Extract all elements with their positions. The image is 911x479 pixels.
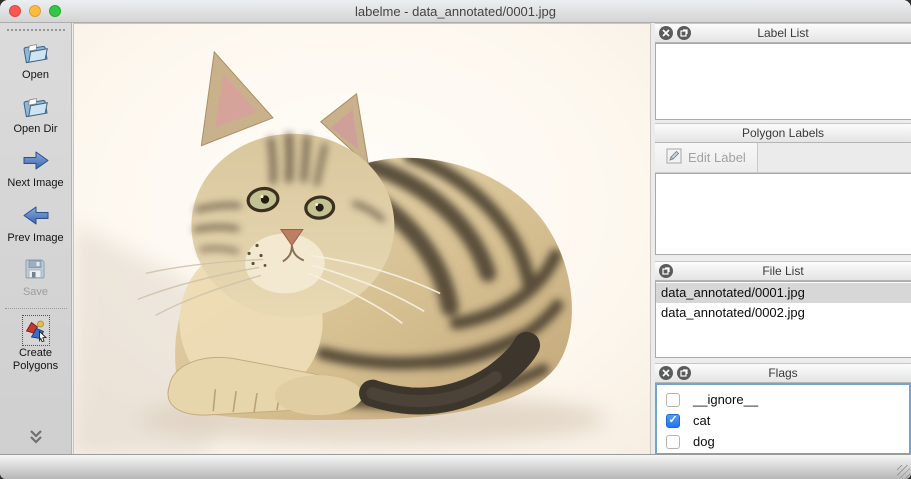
float-icon[interactable] bbox=[659, 264, 673, 278]
open-folder-icon bbox=[22, 39, 49, 66]
close-window-button[interactable] bbox=[9, 5, 21, 17]
polygon-labels-toolbar: Edit Label bbox=[655, 143, 911, 173]
toolbar-overflow-button[interactable] bbox=[25, 423, 47, 450]
close-icon[interactable] bbox=[659, 26, 673, 40]
file-list-item[interactable]: data_annotated/0002.jpg bbox=[656, 303, 911, 323]
panel-title: Flags bbox=[768, 366, 798, 380]
panel-title: File List bbox=[762, 264, 804, 278]
panel-polygon-labels-header[interactable]: Polygon Labels bbox=[655, 123, 911, 143]
toolbar-button-prev-image[interactable]: Prev Image bbox=[7, 202, 64, 245]
file-list-item[interactable]: data_annotated/0001.jpg bbox=[656, 283, 911, 303]
flag-label: cat bbox=[693, 413, 711, 428]
flag-item-dog[interactable]: dog bbox=[657, 431, 909, 452]
toolbar-button-label: Create Polygons bbox=[12, 346, 59, 373]
toolbar-button-label: Open Dir bbox=[13, 123, 58, 136]
create-polygons-icon bbox=[21, 314, 50, 346]
floppy-disk-icon bbox=[23, 256, 47, 283]
minimize-window-button[interactable] bbox=[29, 5, 41, 17]
window-title: labelme - data_annotated/0001.jpg bbox=[355, 3, 556, 19]
panel-flags: Flags __ignore__ cat bbox=[655, 363, 911, 455]
dock-panels: Label List Polygon Labels Edit Label Fil… bbox=[655, 23, 911, 455]
toolbar-separator bbox=[4, 307, 67, 309]
panel-title: Label List bbox=[757, 26, 809, 40]
panel-file-list: File List data_annotated/0001.jpg data_a… bbox=[655, 261, 911, 358]
float-icon[interactable] bbox=[677, 366, 691, 380]
checkbox[interactable] bbox=[666, 392, 680, 407]
image-canvas[interactable] bbox=[73, 23, 651, 455]
flag-label: __ignore__ bbox=[693, 392, 759, 407]
edit-label-button[interactable]: Edit Label bbox=[655, 143, 758, 172]
flag-item-cat[interactable]: cat bbox=[657, 410, 909, 431]
zoom-window-button[interactable] bbox=[49, 5, 61, 17]
toolbar-button-open-dir[interactable]: Open Dir bbox=[13, 93, 58, 136]
traffic-lights bbox=[9, 5, 61, 17]
close-icon[interactable] bbox=[659, 366, 673, 380]
open-dir-folder-icon bbox=[22, 93, 49, 120]
status-bar bbox=[0, 454, 911, 479]
resize-grip-icon[interactable] bbox=[897, 465, 910, 478]
checkbox[interactable] bbox=[666, 434, 680, 449]
panel-flags-header[interactable]: Flags bbox=[655, 363, 911, 383]
arrow-right-icon bbox=[21, 147, 51, 174]
file-list[interactable]: data_annotated/0001.jpg data_annotated/0… bbox=[655, 281, 911, 358]
toolbar: Open Open Dir Next Image Prev Image Save… bbox=[0, 23, 72, 455]
titlebar[interactable]: labelme - data_annotated/0001.jpg bbox=[0, 0, 911, 23]
label-list[interactable] bbox=[655, 43, 911, 120]
toolbar-button-open[interactable]: Open bbox=[22, 39, 49, 82]
toolbar-button-label: Save bbox=[22, 285, 49, 298]
toolbar-button-label: Open bbox=[22, 69, 49, 81]
polygon-labels-list[interactable] bbox=[655, 173, 911, 255]
panel-title: Polygon Labels bbox=[741, 126, 825, 140]
panel-label-list: Label List bbox=[655, 23, 911, 120]
toolbar-button-create-polygons[interactable]: Create Polygons bbox=[3, 314, 69, 373]
float-icon[interactable] bbox=[677, 26, 691, 40]
edit-label-button-label: Edit Label bbox=[688, 150, 746, 165]
toolbar-button-label: Prev Image bbox=[7, 231, 64, 244]
chevron-double-down-icon bbox=[25, 423, 47, 450]
flag-item-ignore[interactable]: __ignore__ bbox=[657, 389, 909, 410]
labelme-window: labelme - data_annotated/0001.jpg Open O… bbox=[0, 0, 911, 479]
toolbar-button-label: Next Image bbox=[7, 177, 64, 190]
edit-pencil-icon bbox=[666, 148, 682, 167]
toolbar-button-next-image[interactable]: Next Image bbox=[7, 147, 64, 190]
checkbox[interactable] bbox=[666, 413, 680, 428]
cat-image bbox=[74, 24, 650, 454]
flags-list[interactable]: __ignore__ cat dog bbox=[655, 383, 911, 455]
flag-label: dog bbox=[693, 434, 715, 449]
panel-label-list-header[interactable]: Label List bbox=[655, 23, 911, 43]
toolbar-button-save[interactable]: Save bbox=[23, 256, 48, 299]
panel-file-list-header[interactable]: File List bbox=[655, 261, 911, 281]
panel-polygon-labels: Polygon Labels Edit Label bbox=[655, 123, 911, 255]
toolbar-drag-handle[interactable] bbox=[6, 29, 65, 31]
arrow-left-icon bbox=[21, 202, 51, 229]
